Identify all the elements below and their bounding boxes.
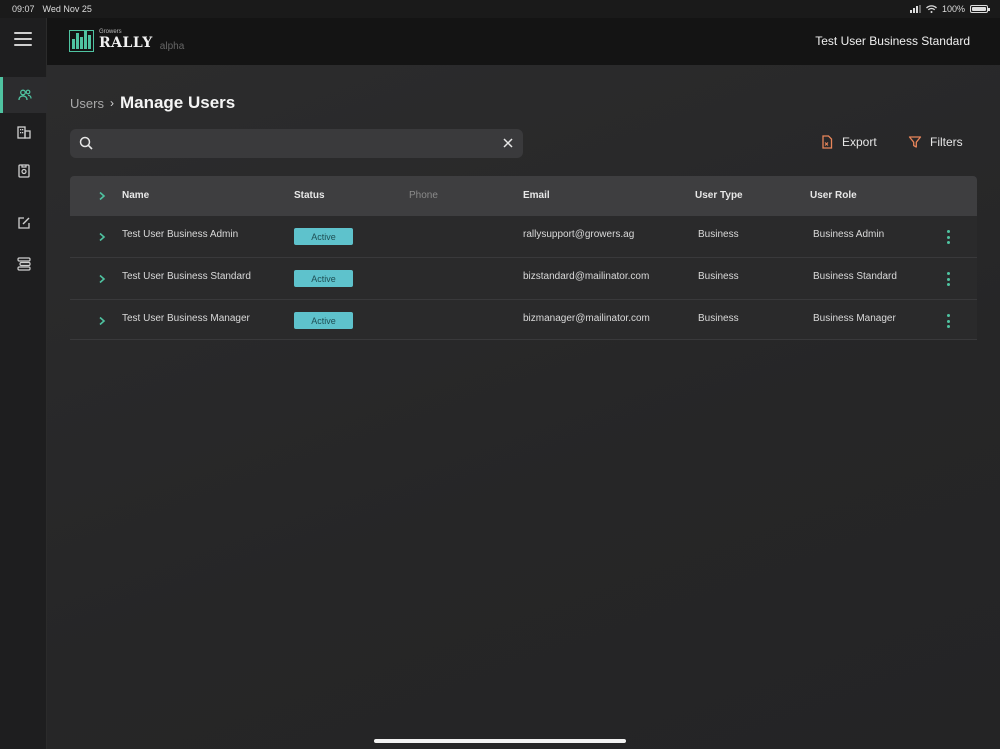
sidebar-item-documents[interactable] (0, 153, 47, 189)
logo-alpha-tag: alpha (159, 41, 185, 52)
sidebar-item-users[interactable] (0, 77, 47, 113)
status-badge: Active (294, 270, 353, 287)
users-icon (18, 89, 32, 101)
breadcrumb: Users › Manage Users (70, 93, 235, 113)
column-header-name[interactable]: Name (122, 190, 149, 201)
expand-row-chevron-icon[interactable] (98, 232, 106, 242)
cell-email: bizstandard@mailinator.com (523, 271, 650, 282)
table-row[interactable]: Test User Business Admin Active rallysup… (70, 216, 977, 258)
filters-label: Filters (930, 135, 963, 149)
cell-email: bizmanager@mailinator.com (523, 313, 650, 324)
status-time: 09:07 (12, 4, 35, 14)
cell-user-type: Business (698, 313, 739, 324)
table-row[interactable]: Test User Business Standard Active bizst… (70, 258, 977, 300)
users-table: Name Status Phone Email User Type User R… (70, 176, 977, 340)
cell-email: rallysupport@growers.ag (523, 229, 635, 240)
wifi-icon (926, 5, 937, 13)
breadcrumb-chevron-icon: › (109, 96, 114, 110)
app-logo[interactable]: Growers RALLY alpha (69, 29, 185, 52)
document-icon (17, 164, 30, 178)
column-header-user-role[interactable]: User Role (810, 190, 857, 201)
column-header-email[interactable]: Email (523, 190, 550, 201)
app-header: Growers RALLY alpha Test User Business S… (47, 18, 1000, 65)
status-date: Wed Nov 25 (42, 4, 92, 14)
expand-row-chevron-icon[interactable] (98, 316, 106, 326)
column-header-user-type[interactable]: User Type (695, 190, 743, 201)
cell-user-role: Business Manager (813, 313, 896, 324)
sidebar-item-businesses[interactable] (0, 114, 47, 150)
status-badge: Active (294, 312, 353, 329)
export-label: Export (842, 135, 877, 149)
logo-brand-text: RALLY (99, 35, 153, 51)
column-header-status[interactable]: Status (294, 190, 325, 201)
cell-name: Test User Business Standard (122, 271, 251, 282)
main-content: Users › Manage Users Export Filters Name… (47, 65, 1000, 749)
battery-icon (970, 5, 990, 13)
logo-small-text: Growers (99, 29, 122, 35)
row-more-options-icon[interactable] (946, 230, 950, 244)
export-file-icon (822, 135, 833, 149)
page-title: Manage Users (119, 93, 236, 112)
battery-percent: 100% (941, 4, 965, 14)
status-indicators: 100% (909, 4, 990, 14)
logo-text: Growers RALLY (99, 29, 153, 52)
column-header-phone[interactable]: Phone (409, 190, 438, 201)
cell-user-type: Business (698, 271, 739, 282)
row-more-options-icon[interactable] (946, 314, 950, 328)
export-button[interactable]: Export (820, 135, 877, 149)
row-more-options-icon[interactable] (946, 272, 950, 286)
building-icon (16, 126, 31, 139)
cellular-signal-icon (909, 5, 921, 13)
table-row[interactable]: Test User Business Manager Active bizman… (70, 300, 977, 340)
expand-row-chevron-icon[interactable] (98, 274, 106, 284)
cell-user-role: Business Standard (813, 271, 897, 282)
cell-name: Test User Business Admin (122, 229, 239, 240)
edit-icon (17, 217, 30, 229)
search-bar[interactable] (70, 129, 523, 158)
filters-button[interactable]: Filters (908, 135, 963, 149)
list-icon (16, 257, 31, 271)
hamburger-menu-icon[interactable] (14, 32, 32, 46)
expand-all-chevron-icon[interactable] (98, 191, 106, 201)
table-header: Name Status Phone Email User Type User R… (70, 176, 977, 216)
sidebar (0, 18, 47, 749)
search-icon (79, 136, 93, 150)
status-badge: Active (294, 228, 353, 245)
cell-user-role: Business Admin (813, 229, 885, 240)
cell-user-type: Business (698, 229, 739, 240)
rally-logo-icon (69, 30, 94, 52)
status-bar: 09:07 Wed Nov 25 100% (0, 0, 1000, 18)
filter-icon (908, 136, 922, 148)
current-user-name[interactable]: Test User Business Standard (815, 34, 970, 48)
search-input[interactable] (100, 133, 490, 154)
close-icon[interactable] (502, 137, 514, 149)
breadcrumb-users-link[interactable]: Users (70, 96, 104, 111)
cell-name: Test User Business Manager (122, 313, 250, 324)
sidebar-item-list[interactable] (0, 246, 47, 282)
home-indicator[interactable] (374, 739, 626, 743)
sidebar-item-edit[interactable] (0, 205, 47, 241)
